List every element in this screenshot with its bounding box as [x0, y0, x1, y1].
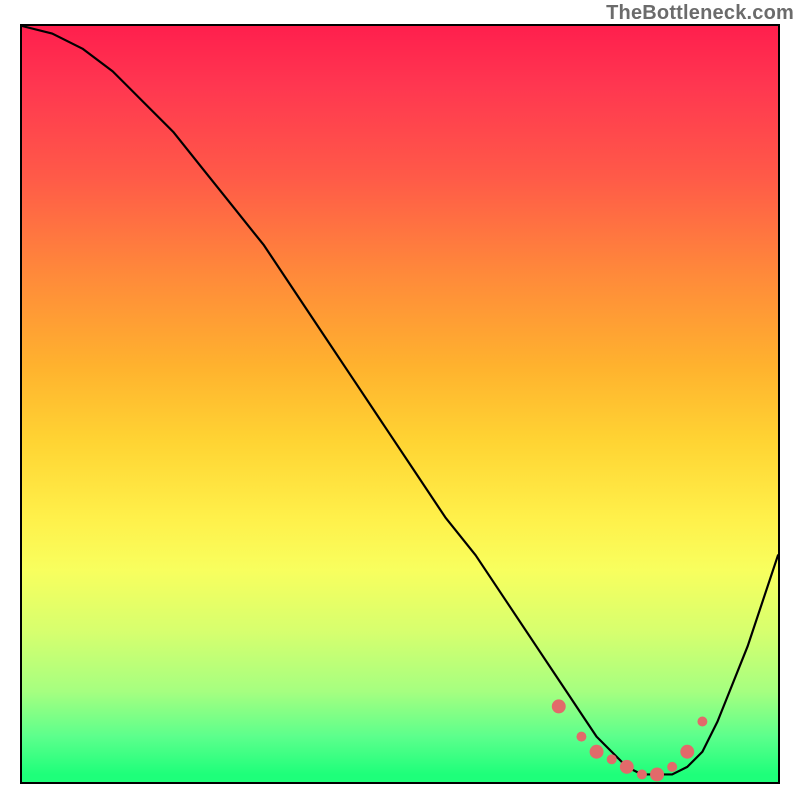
chart-stage: TheBottleneck.com: [0, 0, 800, 800]
optimal-marker: [607, 754, 617, 764]
optimal-marker: [620, 760, 634, 774]
chart-overlay: [22, 26, 778, 782]
optimal-marker: [680, 745, 694, 759]
watermark-text: TheBottleneck.com: [606, 2, 794, 25]
optimal-marker: [637, 769, 647, 779]
plot-area: [20, 24, 780, 784]
optimal-marker: [576, 732, 586, 742]
optimal-marker: [552, 699, 566, 713]
bottleneck-curve: [22, 26, 778, 774]
optimal-marker: [590, 745, 604, 759]
optimal-marker: [697, 717, 707, 727]
optimal-marker: [650, 767, 664, 781]
optimal-marker: [667, 762, 677, 772]
